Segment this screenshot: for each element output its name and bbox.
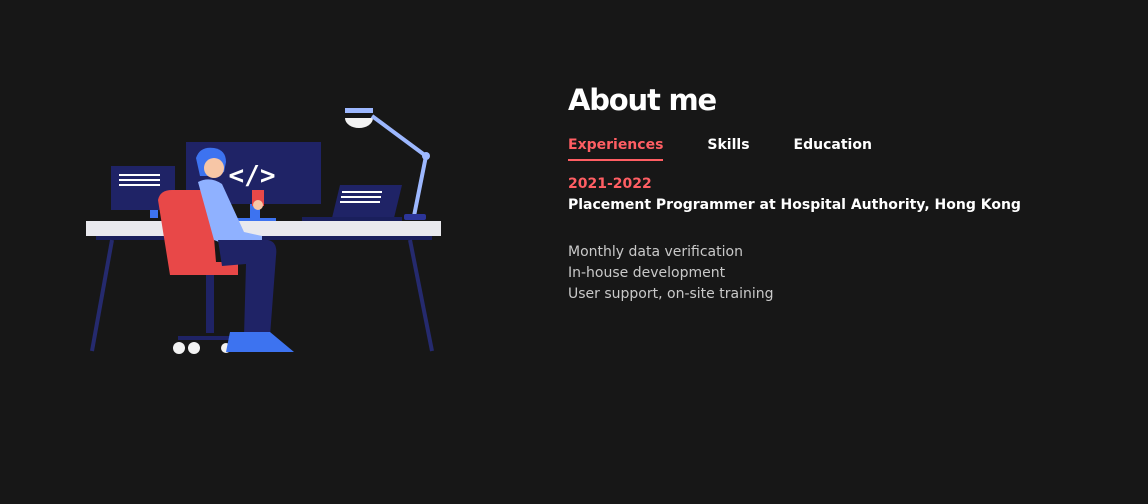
about-panel: About me Experiences Skills Education 20… (568, 82, 1128, 321)
about-section: </> About me Experiences Skills Educatio… (0, 0, 1148, 504)
tab-experiences[interactable]: Experiences (568, 136, 664, 161)
experience-duties: Monthly data verification In-house devel… (568, 242, 1128, 305)
duty-item: In-house development (568, 265, 726, 281)
experience-role: Placement Programmer at Hospital Authori… (568, 197, 1021, 213)
duty-item: Monthly data verification (568, 244, 743, 260)
duty-item: User support, on-site training (568, 286, 774, 302)
about-tabs: Experiences Skills Education (568, 136, 1128, 161)
developer-desk-illustration: </> (86, 108, 441, 354)
page-title: About me (568, 83, 717, 117)
tab-education[interactable]: Education (794, 136, 872, 158)
code-glyph: </> (229, 161, 276, 191)
tab-skills[interactable]: Skills (707, 136, 749, 158)
experience-entry: 2021-2022 Placement Programmer at Hospit… (568, 174, 1128, 305)
experience-years: 2021-2022 (568, 176, 652, 192)
